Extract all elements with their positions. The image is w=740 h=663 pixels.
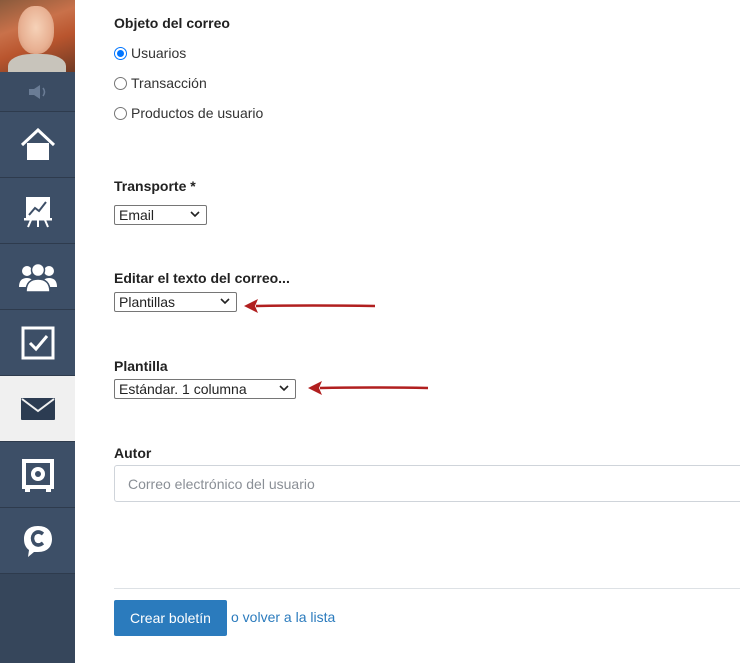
form-divider — [114, 588, 740, 589]
transport-select[interactable]: Email — [114, 205, 207, 225]
create-newsletter-button[interactable]: Crear boletín — [114, 600, 227, 636]
transport-value: Email — [119, 207, 155, 223]
radio-button-users[interactable] — [114, 46, 127, 60]
sidebar — [0, 0, 75, 663]
newsletter-form: Objeto del correo Usuarios Transacción P… — [75, 0, 740, 663]
chart-easel-icon — [23, 194, 52, 228]
sidebar-item-users[interactable] — [0, 244, 75, 310]
avatar[interactable] — [0, 0, 75, 72]
speaker-icon[interactable] — [0, 72, 75, 112]
sidebar-item-tasks[interactable] — [0, 310, 75, 376]
edit-text-value: Plantillas — [119, 294, 176, 310]
envelope-icon — [20, 397, 55, 420]
template-select[interactable]: Estándar. 1 columna — [114, 379, 296, 399]
template-value: Estándar. 1 columna — [119, 381, 247, 397]
house-icon — [20, 127, 56, 162]
users-group-icon — [18, 261, 58, 293]
radio-option-users[interactable]: Usuarios — [114, 45, 186, 61]
author-input[interactable]: Correo electrónico del usuario — [114, 465, 740, 502]
radio-label-users: Usuarios — [131, 45, 187, 61]
edit-text-select[interactable]: Plantillas — [114, 292, 237, 312]
radio-option-user-products[interactable]: Productos de usuario — [114, 105, 263, 121]
chevron-down-icon — [220, 296, 230, 308]
mail-object-label: Objeto del correo — [114, 15, 230, 31]
sidebar-item-safe[interactable] — [0, 442, 75, 508]
sidebar-item-reports[interactable] — [0, 178, 75, 244]
radio-button-transaction[interactable] — [114, 76, 127, 90]
transport-label: Transporte * — [114, 178, 196, 194]
safe-icon — [21, 458, 55, 492]
author-label: Autor — [114, 445, 152, 461]
chevron-down-icon — [279, 383, 289, 395]
annotation-arrow-icon — [244, 299, 376, 313]
edit-text-label: Editar el texto del correo... — [114, 270, 290, 286]
annotation-arrow-icon — [308, 381, 429, 395]
sidebar-item-chat[interactable] — [0, 508, 75, 574]
sidebar-item-mail[interactable] — [0, 376, 75, 442]
radio-label-user-products: Productos de usuario — [131, 105, 264, 121]
radio-option-transaction[interactable]: Transacción — [114, 75, 207, 91]
checkbox-icon — [21, 326, 55, 360]
sidebar-item-home[interactable] — [0, 112, 75, 178]
back-to-list-link[interactable]: o volver a la lista — [231, 609, 335, 625]
author-placeholder: Correo electrónico del usuario — [128, 475, 315, 492]
radio-label-transaction: Transacción — [131, 75, 207, 91]
radio-button-user-products[interactable] — [114, 106, 127, 120]
chevron-down-icon — [190, 209, 200, 221]
template-label: Plantilla — [114, 358, 168, 374]
chat-c-icon — [22, 524, 54, 558]
